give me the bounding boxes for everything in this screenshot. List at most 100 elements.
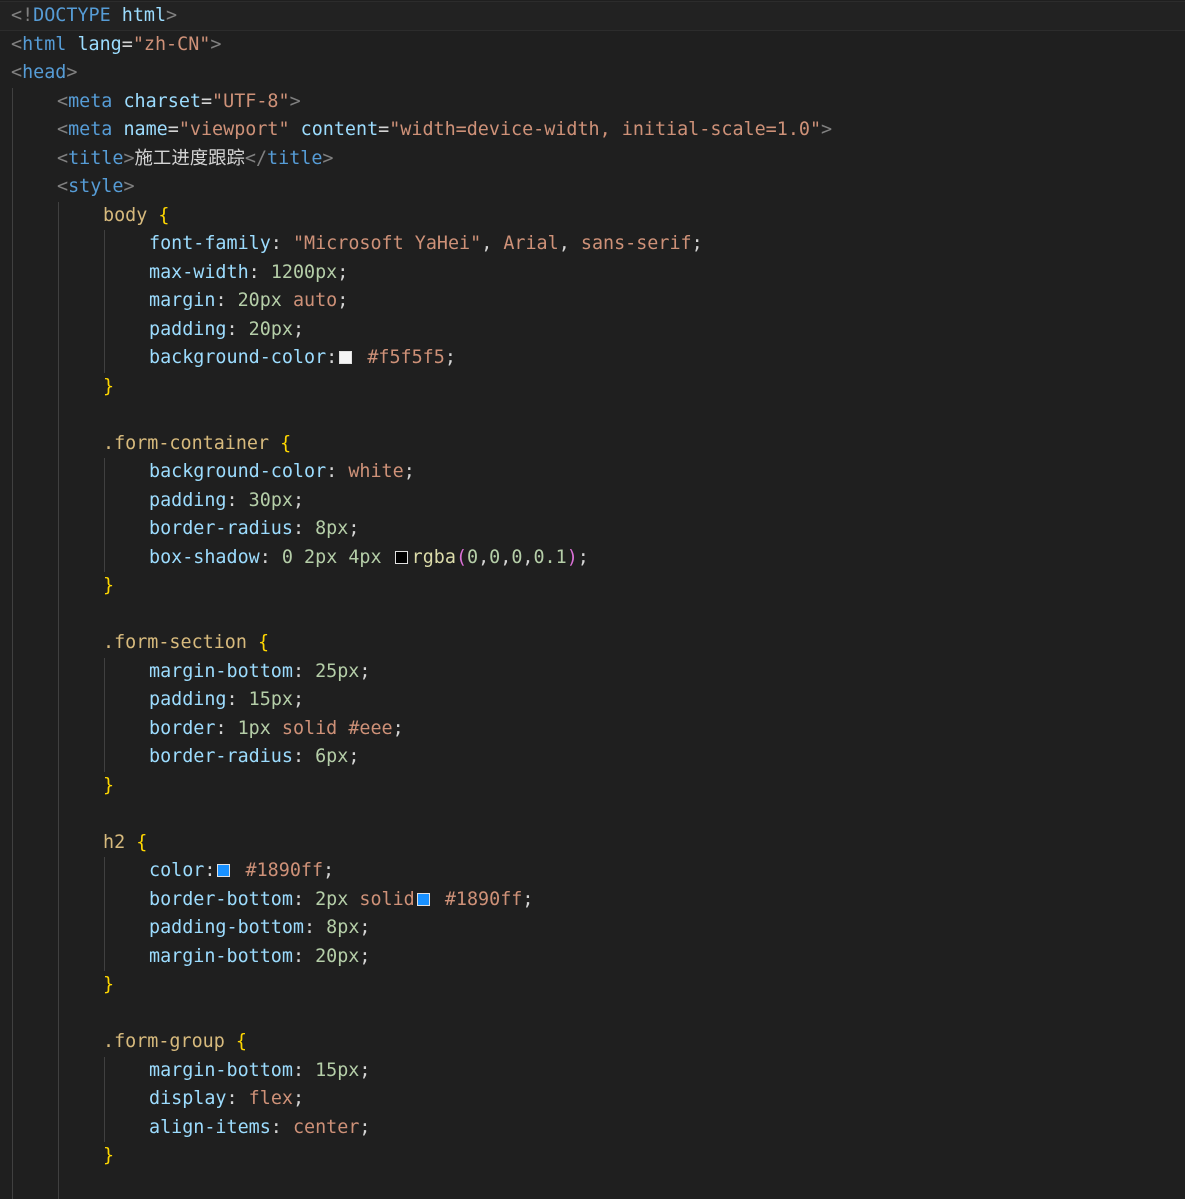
code-line[interactable]: background-color: #f5f5f5; xyxy=(0,344,1185,372)
code-line[interactable]: margin: 20px auto; xyxy=(0,287,1185,315)
code-token: ; xyxy=(293,490,304,511)
code-token: flex xyxy=(249,1088,293,1109)
code-line[interactable]: border-radius: 8px; xyxy=(0,515,1185,543)
code-token: title xyxy=(68,148,123,169)
code-editor[interactable]: <!DOCTYPE html><html lang="zh-CN"><head>… xyxy=(0,0,1185,1183)
code-line[interactable] xyxy=(0,1171,1185,1199)
code-token: : xyxy=(293,889,315,910)
code-line[interactable]: margin-bottom: 25px; xyxy=(0,658,1185,686)
code-line[interactable]: } xyxy=(0,971,1185,999)
code-line[interactable]: margin-bottom: 15px; xyxy=(0,1057,1185,1085)
code-line[interactable]: border-bottom: 2px solid #1890ff; xyxy=(0,886,1185,914)
code-token: margin-bottom xyxy=(149,946,293,967)
color-swatch-icon[interactable] xyxy=(339,351,352,364)
code-token: 0 xyxy=(489,547,500,568)
code-line[interactable]: <title>施工进度跟踪</title> xyxy=(0,145,1185,173)
code-line[interactable]: border-radius: 6px; xyxy=(0,743,1185,771)
code-line[interactable]: padding: 20px; xyxy=(0,316,1185,344)
code-line[interactable]: <meta name="viewport" content="width=dev… xyxy=(0,116,1185,144)
code-line[interactable]: <meta charset="UTF-8"> xyxy=(0,88,1185,116)
code-token: : xyxy=(227,689,249,710)
code-token: 25px xyxy=(315,661,359,682)
code-line[interactable]: body { xyxy=(0,202,1185,230)
code-line[interactable] xyxy=(0,401,1185,429)
code-line[interactable]: <head> xyxy=(0,59,1185,87)
code-line[interactable]: h2 { xyxy=(0,829,1185,857)
code-line-content: <html lang="zh-CN"> xyxy=(11,31,221,59)
code-line[interactable]: display: flex; xyxy=(0,1085,1185,1113)
code-token: #eee xyxy=(348,718,392,739)
code-token: : xyxy=(271,1117,293,1138)
code-token: 20px xyxy=(315,946,359,967)
code-line-content: } xyxy=(103,1142,114,1170)
code-line[interactable]: background-color: white; xyxy=(0,458,1185,486)
code-token: { xyxy=(236,1031,247,1052)
code-token: { xyxy=(158,205,169,226)
code-token: : xyxy=(215,290,237,311)
code-line-content: <meta name="viewport" content="width=dev… xyxy=(57,116,832,144)
code-token: border-radius xyxy=(149,746,293,767)
code-line[interactable]: } xyxy=(0,1142,1185,1170)
code-token: : xyxy=(326,461,348,482)
code-line[interactable]: .form-section { xyxy=(0,629,1185,657)
code-line[interactable] xyxy=(0,1000,1185,1028)
code-token xyxy=(356,347,367,368)
code-token: style xyxy=(68,176,123,197)
color-swatch-icon[interactable] xyxy=(417,893,430,906)
code-token xyxy=(247,632,258,653)
code-token: 0 xyxy=(282,547,293,568)
code-line[interactable]: padding: 15px; xyxy=(0,686,1185,714)
code-token xyxy=(271,718,282,739)
code-token: 30px xyxy=(249,490,293,511)
code-token: : xyxy=(215,718,237,739)
code-token: body xyxy=(103,205,147,226)
code-token: font-family xyxy=(149,233,271,254)
code-token xyxy=(125,832,136,853)
code-line[interactable]: .form-container { xyxy=(0,430,1185,458)
code-token: name xyxy=(123,119,167,140)
code-line[interactable]: padding: 30px; xyxy=(0,487,1185,515)
code-token: : xyxy=(204,860,215,881)
code-line[interactable] xyxy=(0,800,1185,828)
code-token: background-color xyxy=(149,347,326,368)
code-token: , xyxy=(500,547,511,568)
code-line[interactable]: } xyxy=(0,572,1185,600)
code-token: 15px xyxy=(249,689,293,710)
code-line[interactable]: <style> xyxy=(0,173,1185,201)
code-token: #1890ff xyxy=(246,860,324,881)
code-token: 0 xyxy=(511,547,522,568)
code-line[interactable]: color: #1890ff; xyxy=(0,857,1185,885)
code-line[interactable]: .form-group { xyxy=(0,1028,1185,1056)
code-line[interactable]: box-shadow: 0 2px 4px rgba(0,0,0,0.1); xyxy=(0,544,1185,572)
code-token xyxy=(225,1031,236,1052)
code-line-content: box-shadow: 0 2px 4px rgba(0,0,0,0.1); xyxy=(149,544,589,572)
code-line[interactable]: margin-bottom: 20px; xyxy=(0,943,1185,971)
code-token: border-bottom xyxy=(149,889,293,910)
code-line[interactable]: <!DOCTYPE html> xyxy=(0,2,1185,30)
code-line[interactable]: max-width: 1200px; xyxy=(0,259,1185,287)
code-line-content: padding-bottom: 8px; xyxy=(149,914,370,942)
code-token: 2px xyxy=(304,547,337,568)
code-token: head xyxy=(22,62,66,83)
code-token: ; xyxy=(337,262,348,283)
code-line[interactable]: <html lang="zh-CN"> xyxy=(0,31,1185,59)
code-token: ; xyxy=(359,1117,370,1138)
color-swatch-icon[interactable] xyxy=(395,551,408,564)
code-line[interactable]: font-family: "Microsoft YaHei", Arial, s… xyxy=(0,230,1185,258)
code-token: content xyxy=(301,119,379,140)
code-token: margin-bottom xyxy=(149,1060,293,1081)
code-line[interactable]: padding-bottom: 8px; xyxy=(0,914,1185,942)
code-line[interactable]: align-items: center; xyxy=(0,1114,1185,1142)
code-token: html xyxy=(22,34,66,55)
code-token: : xyxy=(293,1060,315,1081)
code-line[interactable] xyxy=(0,601,1185,629)
code-line[interactable]: } xyxy=(0,772,1185,800)
code-line[interactable]: border: 1px solid #eee; xyxy=(0,715,1185,743)
code-line-content: } xyxy=(103,971,114,999)
code-token: ; xyxy=(293,319,304,340)
code-line[interactable]: } xyxy=(0,373,1185,401)
code-token: align-items xyxy=(149,1117,271,1138)
code-line-content: .form-section { xyxy=(103,629,269,657)
code-token: border xyxy=(149,718,215,739)
color-swatch-icon[interactable] xyxy=(217,864,230,877)
